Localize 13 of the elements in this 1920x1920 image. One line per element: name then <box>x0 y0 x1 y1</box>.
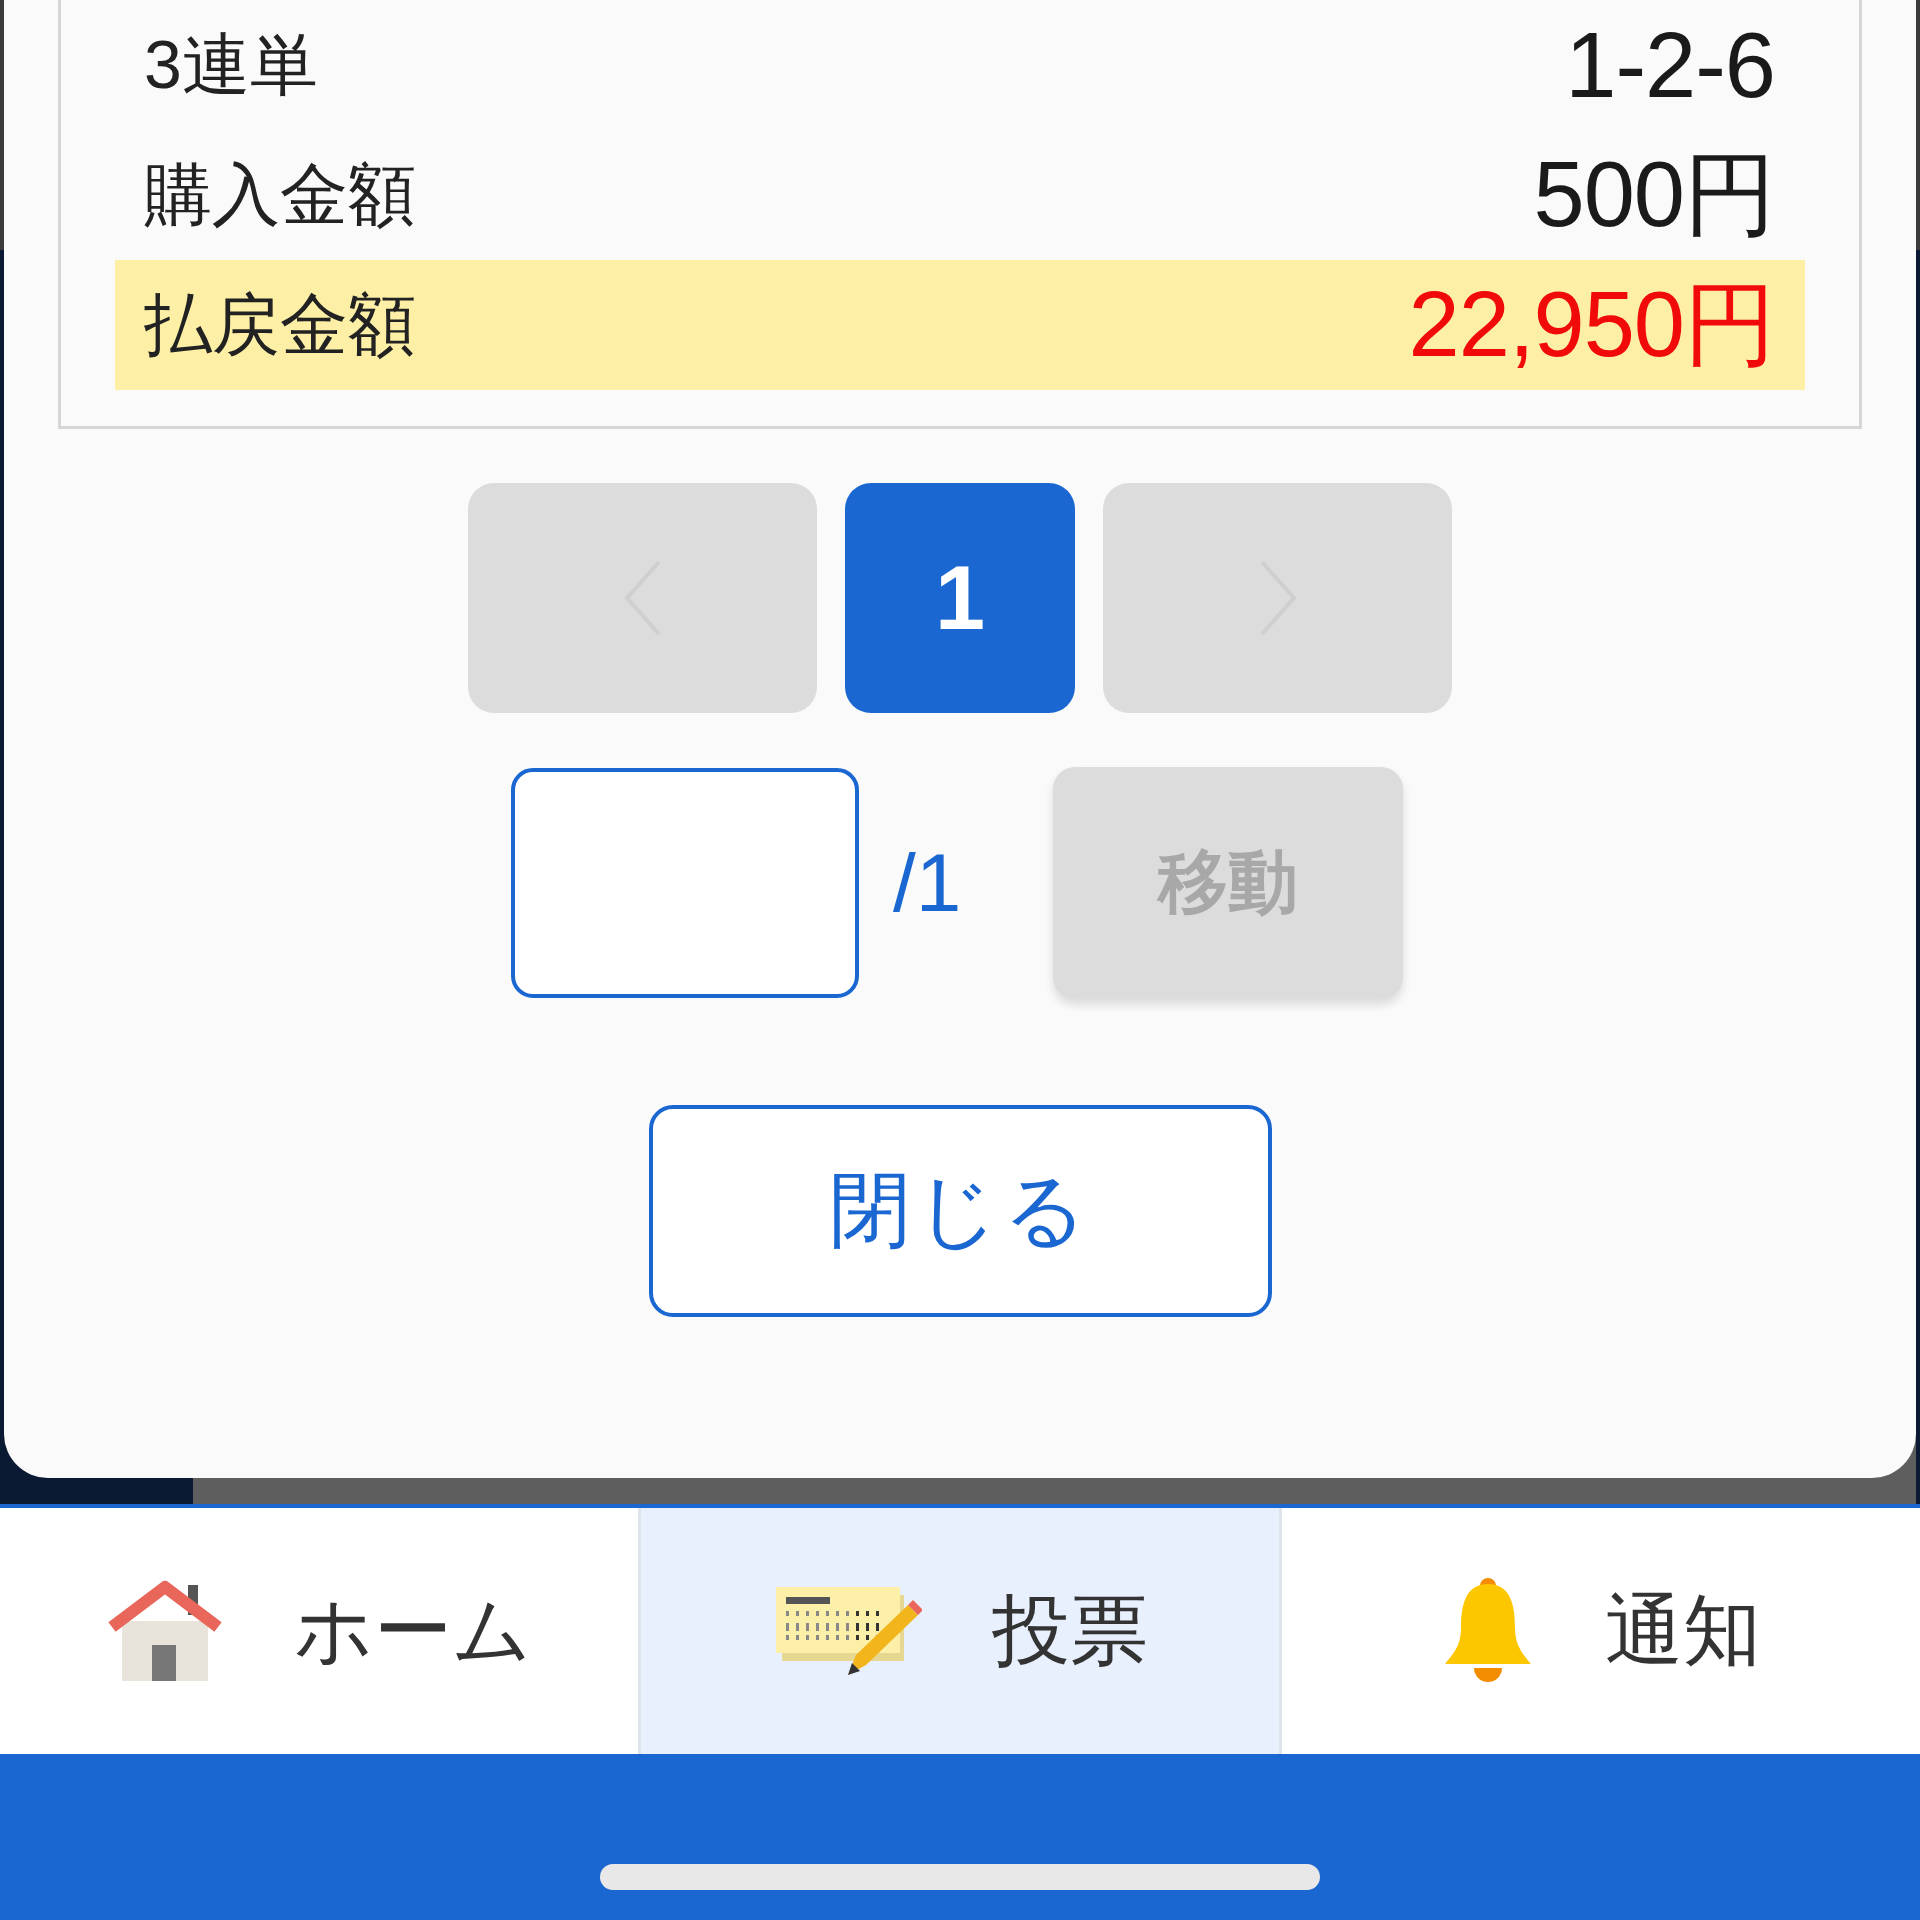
row-label: 購入金額 <box>144 154 416 234</box>
page-number-field[interactable] <box>511 768 859 998</box>
home-indicator[interactable] <box>600 1864 1320 1890</box>
row-value: 22,950円 <box>1408 272 1775 377</box>
row-label: 払戻金額 <box>144 284 416 364</box>
row-label: 3連単 <box>144 24 318 104</box>
row-value: 500円 <box>1533 142 1775 247</box>
page-total: /1 <box>893 836 963 930</box>
house-icon <box>106 1579 224 1683</box>
row-value: 1-2-6 <box>1565 12 1775 118</box>
page-button[interactable]: 1 <box>845 483 1075 713</box>
close-button[interactable]: 閉じる <box>648 1105 1272 1317</box>
nav-tab[interactable]: 投票 <box>638 1508 1282 1754</box>
